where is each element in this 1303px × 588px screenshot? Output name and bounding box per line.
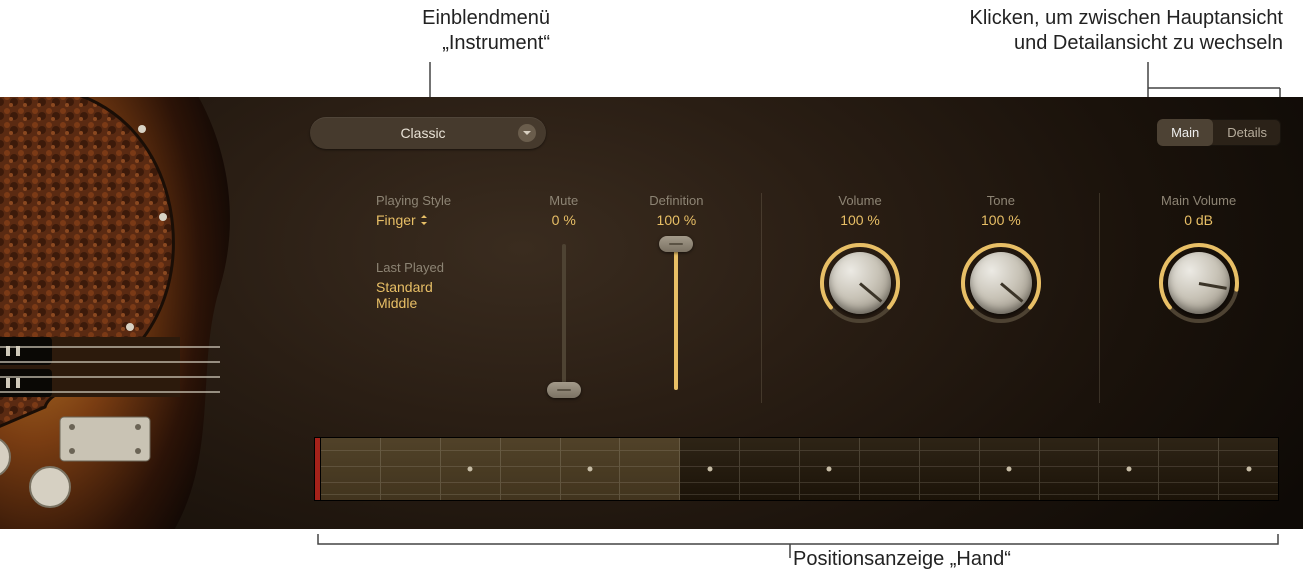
fret-marker-dot	[827, 467, 832, 472]
slider-thumb-icon	[659, 236, 693, 252]
fret[interactable]	[620, 438, 680, 500]
fret[interactable]	[920, 438, 980, 500]
mute-label: Mute	[507, 193, 620, 208]
fret[interactable]	[441, 438, 501, 500]
last-played-label: Last Played	[376, 260, 507, 275]
fret-marker-dot	[1126, 467, 1131, 472]
definition-value: 100 %	[620, 212, 733, 228]
playing-style-dropdown[interactable]: Finger	[376, 212, 507, 228]
tone-value: 100 %	[930, 212, 1071, 228]
mute-slider[interactable]	[562, 244, 566, 390]
view-details-button[interactable]: Details	[1213, 119, 1281, 146]
fret[interactable]	[1099, 438, 1159, 500]
fret[interactable]	[381, 438, 441, 500]
instrument-dropdown[interactable]: Classic	[310, 117, 546, 149]
instrument-dropdown-label: Classic	[328, 125, 518, 141]
fret-marker-dot	[707, 467, 712, 472]
bass-guitar-illustration	[0, 97, 280, 529]
fret[interactable]	[860, 438, 920, 500]
fret[interactable]	[980, 438, 1040, 500]
mute-value: 0 %	[507, 212, 620, 228]
annotation-hand-position: Positionsanzeige „Hand“	[793, 548, 1011, 571]
last-played-line1: Standard	[376, 279, 507, 295]
volume-knob[interactable]	[819, 242, 901, 324]
fret-marker-dot	[587, 467, 592, 472]
tone-label: Tone	[930, 193, 1071, 208]
fret[interactable]	[1219, 438, 1278, 500]
slider-thumb-icon	[547, 382, 581, 398]
view-main-button[interactable]: Main	[1157, 119, 1213, 146]
fret-marker-dot	[468, 467, 473, 472]
updown-arrows-icon	[420, 215, 428, 225]
fret[interactable]	[740, 438, 800, 500]
divider	[1099, 193, 1100, 403]
main-volume-knob[interactable]	[1158, 242, 1240, 324]
playing-style-label: Playing Style	[376, 193, 507, 208]
playing-style-value: Finger	[376, 212, 416, 228]
volume-label: Volume	[790, 193, 931, 208]
volume-value: 100 %	[790, 212, 931, 228]
main-volume-label: Main Volume	[1128, 193, 1269, 208]
view-toggle: Main Details	[1157, 119, 1281, 146]
hand-position-fretboard[interactable]	[314, 437, 1279, 501]
tone-knob[interactable]	[960, 242, 1042, 324]
definition-slider[interactable]	[674, 244, 678, 390]
main-volume-value: 0 dB	[1128, 212, 1269, 228]
fret[interactable]	[680, 438, 740, 500]
annotation-view-switch: Klicken, um zwischen Hauptansicht und De…	[763, 6, 1283, 56]
chevron-down-icon	[518, 124, 536, 142]
fret[interactable]	[501, 438, 561, 500]
instrument-panel: Classic Main Details Playing Style Finge…	[0, 97, 1303, 529]
last-played-line2: Middle	[376, 295, 507, 311]
fret[interactable]	[1040, 438, 1100, 500]
fret[interactable]	[561, 438, 621, 500]
fret-marker-dot	[1246, 467, 1251, 472]
fret[interactable]	[800, 438, 860, 500]
fret[interactable]	[321, 438, 381, 500]
fret-marker-dot	[1007, 467, 1012, 472]
definition-label: Definition	[620, 193, 733, 208]
divider	[761, 193, 762, 403]
annotation-instrument-menu: Einblendmenü „Instrument“	[310, 6, 550, 56]
fret[interactable]	[1159, 438, 1219, 500]
